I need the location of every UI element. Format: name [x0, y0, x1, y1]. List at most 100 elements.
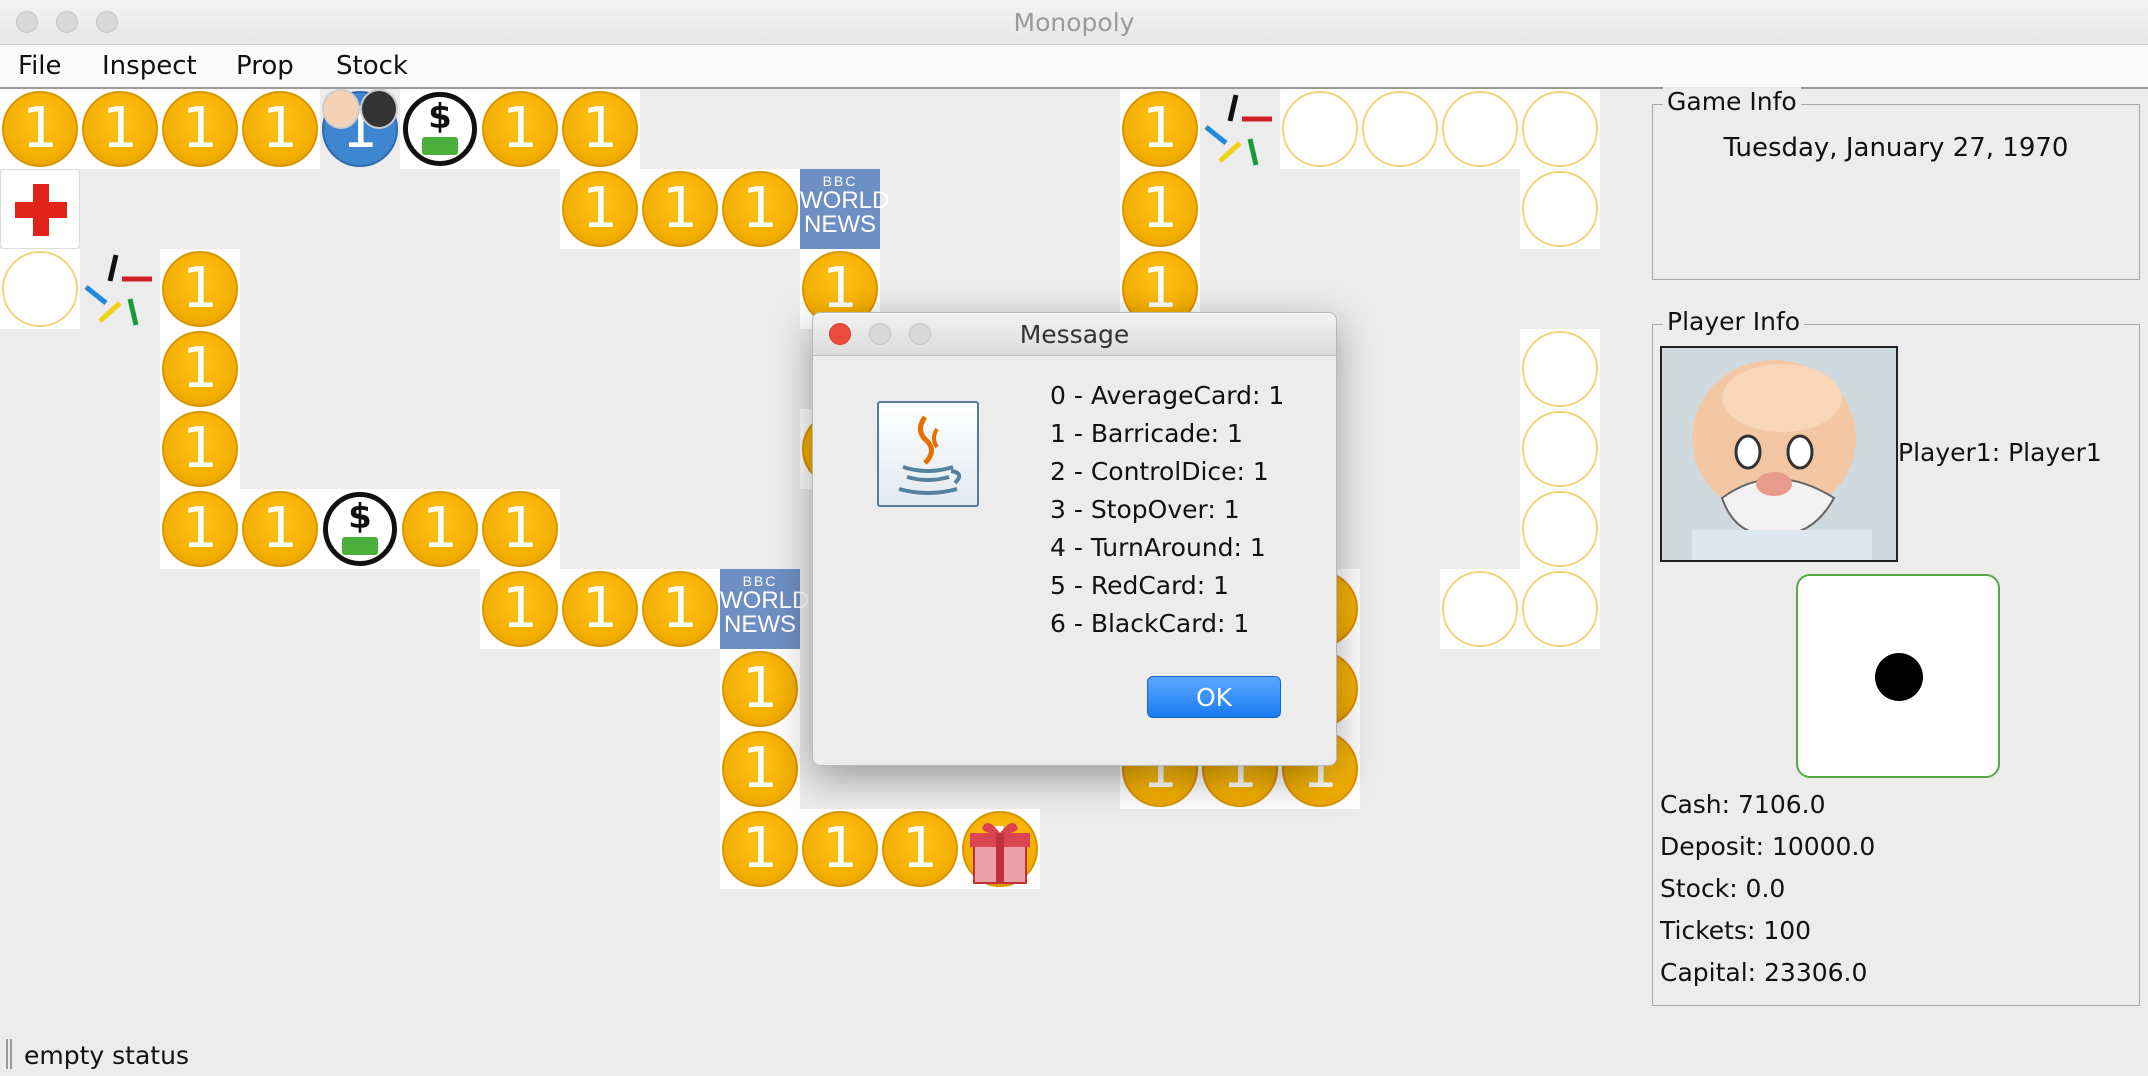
empty-tile — [1520, 409, 1600, 489]
ok-button[interactable]: OK — [1147, 676, 1281, 718]
empty-circle-icon — [1282, 91, 1358, 167]
empty-circle-icon — [1522, 571, 1598, 647]
coin-icon: 1 — [642, 171, 718, 247]
coin-icon: 1 — [722, 731, 798, 807]
stock-value: Stock: 0.0 — [1660, 874, 1786, 903]
empty-tile — [1520, 489, 1600, 569]
coin-icon: 1 — [162, 91, 238, 167]
empty-tile — [1520, 89, 1600, 169]
player-name: Player1: Player1 — [1898, 438, 2102, 467]
message-dialog: Message 0 - AverageCard: 1 1 - Barricade… — [812, 312, 1337, 766]
news-icon: BBC WORLD NEWS — [720, 569, 809, 649]
property-coin-tile: 1 — [160, 489, 240, 569]
property-coin-tile: 1 — [160, 89, 240, 169]
coin-icon: 1 — [562, 91, 638, 167]
coin-icon: 1 — [242, 491, 318, 567]
coin-icon: 1 — [402, 491, 478, 567]
empty-tile — [1440, 89, 1520, 169]
bald-old-man-portrait-icon — [1662, 348, 1896, 560]
property-coin-tile: 1 — [560, 569, 640, 649]
news-icon: BBC WORLD NEWS — [800, 169, 889, 249]
gift-box-icon — [970, 822, 1030, 884]
card-line-1: 1 - Barricade: 1 — [1050, 419, 1243, 448]
dice[interactable] — [1796, 574, 2000, 778]
coin-icon: 1 — [162, 251, 238, 327]
game-date: Tuesday, January 27, 1970 — [1723, 133, 2069, 163]
card-line-4: 4 - TurnAround: 1 — [1050, 533, 1266, 562]
cash-value: Cash: 7106.0 — [1660, 790, 1826, 819]
property-coin-tile: 1 — [160, 409, 240, 489]
coin-icon: 1 — [1122, 91, 1198, 167]
status-bar: empty status — [0, 1035, 2148, 1076]
empty-circle-icon — [1442, 91, 1518, 167]
menu-bar: File Inspect Prop Stock — [0, 45, 2148, 89]
coin-icon: 1 — [482, 491, 558, 567]
hospital-tile — [0, 169, 80, 249]
lottery-sticks-icon — [1204, 94, 1272, 166]
card-line-0: 0 - AverageCard: 1 — [1050, 381, 1285, 410]
card-line-2: 2 - ControlDice: 1 — [1050, 457, 1269, 486]
lottery-tile — [1200, 89, 1280, 169]
coin-icon: 1 — [642, 571, 718, 647]
property-coin-tile: 1 — [240, 489, 320, 569]
empty-circle-icon — [1522, 331, 1598, 407]
coin-icon: 1 — [802, 811, 878, 887]
dialog-titlebar: Message — [813, 313, 1336, 356]
coin-icon: 1 — [82, 91, 158, 167]
coin-icon: 1 — [162, 331, 238, 407]
empty-tile — [0, 249, 80, 329]
bank-tile: $ — [320, 489, 400, 569]
property-coin-tile: 1 — [80, 89, 160, 169]
empty-tile — [1520, 329, 1600, 409]
coin-icon: 1 — [162, 491, 238, 567]
news-tile: BBC WORLD NEWS — [800, 169, 889, 249]
dialog-title: Message — [1019, 320, 1130, 349]
empty-circle-icon — [1522, 91, 1598, 167]
coin-icon: 1 — [562, 171, 638, 247]
coin-icon: 1 — [482, 91, 558, 167]
news-tile: BBC WORLD NEWS — [720, 569, 809, 649]
status-text: empty status — [24, 1041, 189, 1070]
coin-icon: 1 — [562, 571, 638, 647]
menu-file[interactable]: File — [18, 51, 62, 81]
red-cross-icon — [15, 184, 67, 236]
player-avatar — [1660, 346, 1898, 562]
card-line-6: 6 - BlackCard: 1 — [1050, 609, 1250, 638]
property-coin-tile: 1 — [800, 809, 880, 889]
card-line-3: 3 - StopOver: 1 — [1050, 495, 1240, 524]
bank-icon: $ — [323, 492, 397, 566]
empty-tile — [1360, 89, 1440, 169]
empty-tile — [1520, 569, 1600, 649]
coin-icon: 1 — [722, 811, 798, 887]
game-info-panel: Game Info Tuesday, January 27, 1970 — [1652, 87, 2140, 280]
dice-pip — [1875, 653, 1923, 701]
property-coin-tile: 1 — [560, 169, 640, 249]
lottery-sticks-icon — [84, 254, 152, 326]
property-coin-tile: 1 — [160, 249, 240, 329]
menu-prop[interactable]: Prop — [236, 51, 294, 81]
deposit-value: Deposit: 10000.0 — [1660, 832, 1876, 861]
property-coin-tile: 1 — [480, 489, 560, 569]
player-token-icon — [322, 89, 360, 129]
property-coin-tile: 1 — [480, 569, 560, 649]
menu-stock[interactable]: Stock — [336, 51, 408, 81]
coin-icon: 1 — [2, 91, 78, 167]
coin-icon: 1 — [482, 571, 558, 647]
empty-circle-icon — [1522, 411, 1598, 487]
window-title: Monopoly — [1013, 8, 1135, 37]
property-coin-tile: 1 — [640, 569, 720, 649]
menu-inspect[interactable]: Inspect — [102, 51, 197, 81]
property-coin-tile: 1 — [0, 89, 80, 169]
empty-tile — [1440, 569, 1520, 649]
lottery-tile — [80, 249, 160, 329]
coin-icon: 1 — [882, 811, 958, 887]
player-token-icon — [360, 89, 398, 129]
empty-tile — [1520, 169, 1600, 249]
java-coffee-icon — [877, 401, 979, 507]
property-coin-tile: 1 — [240, 89, 320, 169]
property-coin-tile: 1 — [720, 729, 800, 809]
game-info-legend: Game Info — [1663, 87, 1801, 116]
coin-icon: 1 — [722, 171, 798, 247]
card-line-5: 5 - RedCard: 1 — [1050, 571, 1230, 600]
property-coin-tile: 1 — [720, 169, 800, 249]
